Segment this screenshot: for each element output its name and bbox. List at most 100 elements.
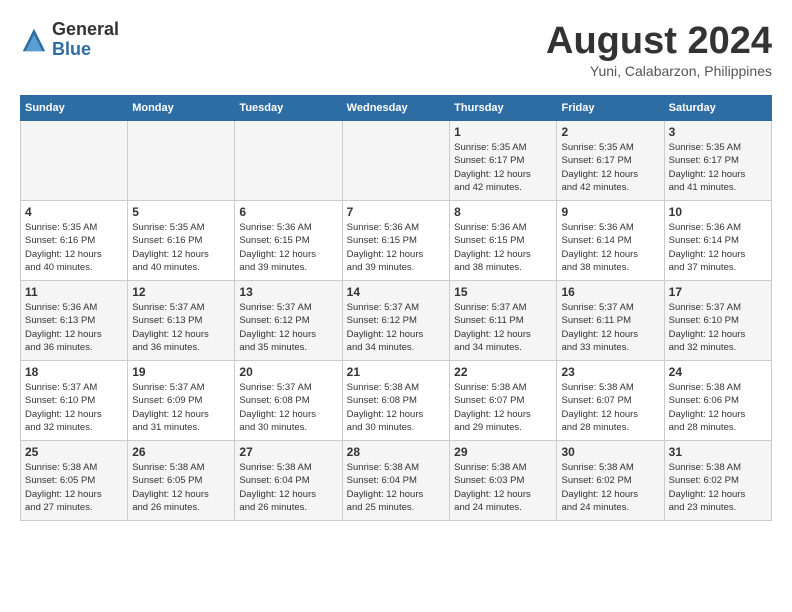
calendar-week-row: 1 Sunrise: 5:35 AM Sunset: 6:17 PM Daylig… [21, 121, 772, 201]
calendar-cell: 11 Sunrise: 5:36 AM Sunset: 6:13 PM Dayli… [21, 281, 128, 361]
day-number: 3 [669, 125, 767, 139]
calendar-table: Sunday Monday Tuesday Wednesday Thursday… [20, 95, 772, 521]
day-detail: Sunrise: 5:36 AM Sunset: 6:14 PM Dayligh… [561, 221, 659, 274]
day-number: 19 [132, 365, 230, 379]
calendar-cell: 14Sunrise: 5:37 AM Sunset: 6:12 PM Dayli… [342, 281, 449, 361]
calendar-cell: 16 Sunrise: 5:37 AM Sunset: 6:11 PM Dayli… [557, 281, 664, 361]
day-number: 17 [669, 285, 767, 299]
logo-general: General [52, 20, 119, 40]
location-subtitle: Yuni, Calabarzon, Philippines [546, 63, 772, 79]
calendar-cell: 24Sunrise: 5:38 AM Sunset: 6:06 PM Dayli… [664, 361, 771, 441]
col-tuesday: Tuesday [235, 96, 342, 121]
day-detail: Sunrise: 5:35 AM Sunset: 6:16 PM Dayligh… [132, 221, 230, 274]
day-number: 28 [347, 445, 445, 459]
day-number: 25 [25, 445, 123, 459]
calendar-cell: 22 Sunrise: 5:38 AM Sunset: 6:07 PM Dayli… [450, 361, 557, 441]
calendar-cell: 8 Sunrise: 5:36 AM Sunset: 6:15 PM Daylig… [450, 201, 557, 281]
day-number: 12 [132, 285, 230, 299]
day-number: 8 [454, 205, 552, 219]
day-number: 15 [454, 285, 552, 299]
day-detail: Sunrise: 5:38 AM Sunset: 6:03 PM Dayligh… [454, 461, 552, 514]
day-detail: Sunrise: 5:37 AM Sunset: 6:11 PM Dayligh… [454, 301, 552, 354]
calendar-cell [128, 121, 235, 201]
calendar-cell: 31 Sunrise: 5:38 AM Sunset: 6:02 PM Dayli… [664, 441, 771, 521]
day-detail: Sunrise: 5:36 AM Sunset: 6:15 PM Dayligh… [454, 221, 552, 274]
calendar-cell: 5 Sunrise: 5:35 AM Sunset: 6:16 PM Daylig… [128, 201, 235, 281]
day-number: 14 [347, 285, 445, 299]
day-detail: Sunrise: 5:38 AM Sunset: 6:07 PM Dayligh… [561, 381, 659, 434]
day-detail: Sunrise: 5:35 AM Sunset: 6:17 PM Dayligh… [561, 141, 659, 194]
calendar-cell: 21Sunrise: 5:38 AM Sunset: 6:08 PM Dayli… [342, 361, 449, 441]
day-number: 5 [132, 205, 230, 219]
day-detail: Sunrise: 5:37 AM Sunset: 6:13 PM Dayligh… [132, 301, 230, 354]
day-number: 2 [561, 125, 659, 139]
day-number: 22 [454, 365, 552, 379]
day-number: 30 [561, 445, 659, 459]
logo-text: General Blue [52, 20, 119, 60]
day-detail: Sunrise: 5:37 AM Sunset: 6:10 PM Dayligh… [25, 381, 123, 434]
day-detail: Sunrise: 5:38 AM Sunset: 6:08 PM Dayligh… [347, 381, 445, 434]
calendar-cell: 19 Sunrise: 5:37 AM Sunset: 6:09 PM Dayli… [128, 361, 235, 441]
day-number: 9 [561, 205, 659, 219]
col-thursday: Thursday [450, 96, 557, 121]
day-number: 16 [561, 285, 659, 299]
header-row: Sunday Monday Tuesday Wednesday Thursday… [21, 96, 772, 121]
day-number: 13 [239, 285, 337, 299]
title-section: August 2024 Yuni, Calabarzon, Philippine… [546, 20, 772, 79]
calendar-week-row: 4 Sunrise: 5:35 AM Sunset: 6:16 PM Daylig… [21, 201, 772, 281]
day-detail: Sunrise: 5:38 AM Sunset: 6:04 PM Dayligh… [239, 461, 337, 514]
calendar-week-row: 11 Sunrise: 5:36 AM Sunset: 6:13 PM Dayli… [21, 281, 772, 361]
day-detail: Sunrise: 5:37 AM Sunset: 6:12 PM Dayligh… [239, 301, 337, 354]
calendar-cell: 20Sunrise: 5:37 AM Sunset: 6:08 PM Dayli… [235, 361, 342, 441]
calendar-cell: 2 Sunrise: 5:35 AM Sunset: 6:17 PM Daylig… [557, 121, 664, 201]
calendar-cell: 1 Sunrise: 5:35 AM Sunset: 6:17 PM Daylig… [450, 121, 557, 201]
calendar-cell: 17Sunrise: 5:37 AM Sunset: 6:10 PM Dayli… [664, 281, 771, 361]
day-number: 1 [454, 125, 552, 139]
col-saturday: Saturday [664, 96, 771, 121]
day-detail: Sunrise: 5:38 AM Sunset: 6:02 PM Dayligh… [669, 461, 767, 514]
col-sunday: Sunday [21, 96, 128, 121]
day-detail: Sunrise: 5:37 AM Sunset: 6:09 PM Dayligh… [132, 381, 230, 434]
logo-blue: Blue [52, 40, 119, 60]
col-friday: Friday [557, 96, 664, 121]
calendar-cell: 18Sunrise: 5:37 AM Sunset: 6:10 PM Dayli… [21, 361, 128, 441]
day-number: 7 [347, 205, 445, 219]
page-header: General Blue August 2024 Yuni, Calabarzo… [20, 20, 772, 79]
calendar-cell: 4Sunrise: 5:35 AM Sunset: 6:16 PM Daylig… [21, 201, 128, 281]
calendar-cell: 6Sunrise: 5:36 AM Sunset: 6:15 PM Daylig… [235, 201, 342, 281]
logo: General Blue [20, 20, 119, 60]
day-detail: Sunrise: 5:38 AM Sunset: 6:06 PM Dayligh… [669, 381, 767, 434]
day-detail: Sunrise: 5:35 AM Sunset: 6:17 PM Dayligh… [454, 141, 552, 194]
day-detail: Sunrise: 5:36 AM Sunset: 6:13 PM Dayligh… [25, 301, 123, 354]
day-detail: Sunrise: 5:38 AM Sunset: 6:04 PM Dayligh… [347, 461, 445, 514]
calendar-week-row: 18Sunrise: 5:37 AM Sunset: 6:10 PM Dayli… [21, 361, 772, 441]
calendar-cell: 15 Sunrise: 5:37 AM Sunset: 6:11 PM Dayli… [450, 281, 557, 361]
month-year-title: August 2024 [546, 20, 772, 63]
calendar-cell: 12 Sunrise: 5:37 AM Sunset: 6:13 PM Dayli… [128, 281, 235, 361]
day-number: 31 [669, 445, 767, 459]
calendar-cell: 27 Sunrise: 5:38 AM Sunset: 6:04 PM Dayli… [235, 441, 342, 521]
col-monday: Monday [128, 96, 235, 121]
day-number: 4 [25, 205, 123, 219]
day-number: 27 [239, 445, 337, 459]
day-detail: Sunrise: 5:38 AM Sunset: 6:07 PM Dayligh… [454, 381, 552, 434]
day-detail: Sunrise: 5:38 AM Sunset: 6:02 PM Dayligh… [561, 461, 659, 514]
day-number: 10 [669, 205, 767, 219]
day-number: 11 [25, 285, 123, 299]
calendar-week-row: 25 Sunrise: 5:38 AM Sunset: 6:05 PM Dayli… [21, 441, 772, 521]
day-number: 23 [561, 365, 659, 379]
day-detail: Sunrise: 5:37 AM Sunset: 6:08 PM Dayligh… [239, 381, 337, 434]
day-detail: Sunrise: 5:36 AM Sunset: 6:15 PM Dayligh… [347, 221, 445, 274]
day-detail: Sunrise: 5:38 AM Sunset: 6:05 PM Dayligh… [132, 461, 230, 514]
calendar-cell: 23 Sunrise: 5:38 AM Sunset: 6:07 PM Dayli… [557, 361, 664, 441]
calendar-cell: 25 Sunrise: 5:38 AM Sunset: 6:05 PM Dayli… [21, 441, 128, 521]
calendar-cell: 29Sunrise: 5:38 AM Sunset: 6:03 PM Dayli… [450, 441, 557, 521]
calendar-cell: 3Sunrise: 5:35 AM Sunset: 6:17 PM Daylig… [664, 121, 771, 201]
calendar-cell [235, 121, 342, 201]
logo-icon [20, 26, 48, 54]
calendar-cell: 28 Sunrise: 5:38 AM Sunset: 6:04 PM Dayli… [342, 441, 449, 521]
calendar-cell [21, 121, 128, 201]
day-detail: Sunrise: 5:38 AM Sunset: 6:05 PM Dayligh… [25, 461, 123, 514]
calendar-cell [342, 121, 449, 201]
day-detail: Sunrise: 5:37 AM Sunset: 6:11 PM Dayligh… [561, 301, 659, 354]
